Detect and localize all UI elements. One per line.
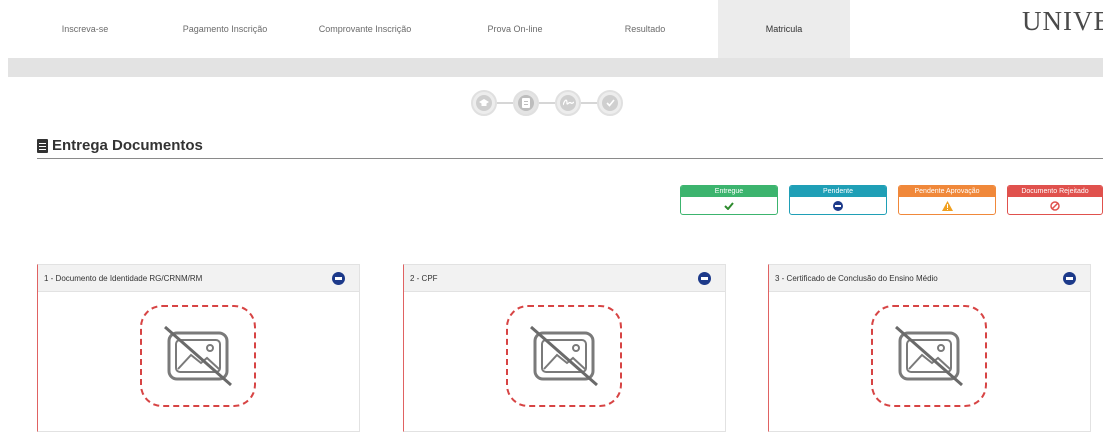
no-image-icon [895,325,963,387]
signature-icon [560,95,576,111]
legend-pendente-aprovacao: Pendente Aprovação [898,185,996,215]
stepper-connector [539,102,555,104]
card-header: 2 - CPF [404,265,725,292]
upload-dropzone[interactable] [140,305,256,407]
upload-dropzone[interactable] [871,305,987,407]
enrollment-stepper [471,90,661,116]
step-complete[interactable] [597,90,623,116]
logo-text: UNIVESP [1022,6,1103,36]
tab-prova-online[interactable]: Prova On-line [450,0,580,58]
stepper-connector [497,102,513,104]
minus-circle-icon [790,197,886,214]
ban-icon [1008,197,1102,214]
no-image-icon [530,325,598,387]
top-navigation: Inscreva-se Pagamento Inscrição Comprova… [0,0,1103,58]
section-divider [37,158,1103,159]
legend-label: Documento Rejeitado [1008,186,1102,197]
document-card-cpf: 2 - CPF [403,264,726,432]
card-title: 3 - Certificado de Conclusão do Ensino M… [775,273,938,283]
legend-entregue: Entregue [680,185,778,215]
no-image-icon [164,325,232,387]
step-document[interactable] [513,90,539,116]
card-title: 2 - CPF [410,273,438,283]
tab-resultado[interactable]: Resultado [580,0,710,58]
pendente-status-icon [1063,272,1076,285]
document-icon [37,138,48,153]
univesp-logo: UNIVESP [1018,4,1103,44]
section-title: Entrega Documentos [52,137,203,154]
legend-label: Entregue [681,186,777,197]
pendente-status-icon [332,272,345,285]
document-card-identidade: 1 - Documento de Identidade RG/CRNM/RM [37,264,360,432]
warning-icon [899,197,995,214]
tab-inscreva-se[interactable]: Inscreva-se [20,0,150,58]
step-signature[interactable] [555,90,581,116]
section-header: Entrega Documentos [37,137,203,154]
legend-documento-rejeitado: Documento Rejeitado [1007,185,1103,215]
pendente-status-icon [698,272,711,285]
header-divider-bar [8,58,1103,77]
check-icon [602,95,618,111]
step-graduation[interactable] [471,90,497,116]
card-title: 1 - Documento de Identidade RG/CRNM/RM [44,273,203,283]
check-icon [681,197,777,214]
document-icon [518,95,534,111]
tab-comprovante-inscricao[interactable]: Comprovante Inscrição [300,0,430,58]
tab-pagamento-inscricao[interactable]: Pagamento Inscrição [160,0,290,58]
legend-label: Pendente [790,186,886,197]
legend-pendente: Pendente [789,185,887,215]
graduation-cap-icon [476,95,492,111]
card-header: 1 - Documento de Identidade RG/CRNM/RM [38,265,359,292]
tab-matricula[interactable]: Matricula [718,0,850,58]
card-header: 3 - Certificado de Conclusão do Ensino M… [769,265,1090,292]
stepper-connector [581,102,597,104]
upload-dropzone[interactable] [506,305,622,407]
document-card-certificado: 3 - Certificado de Conclusão do Ensino M… [768,264,1091,432]
legend-label: Pendente Aprovação [899,186,995,197]
